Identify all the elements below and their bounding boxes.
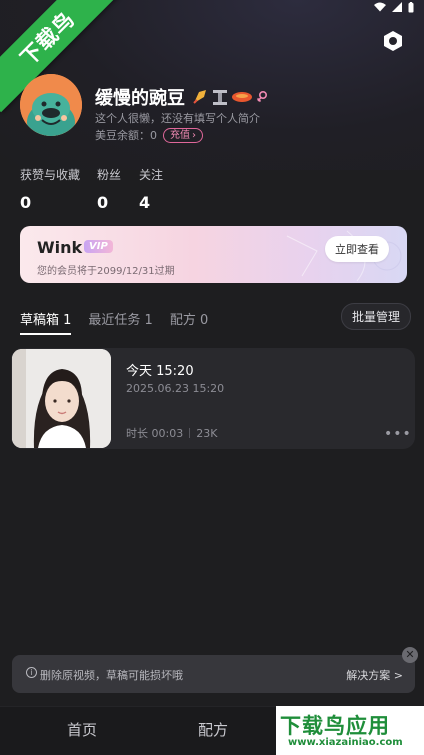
vip-subtitle: 您的会员将于2099/12/31过期: [37, 266, 175, 277]
badge-group: [191, 88, 268, 106]
vip-brand: Wink: [37, 238, 83, 257]
tab-drafts[interactable]: 草稿箱 1: [20, 309, 72, 335]
avatar[interactable]: [20, 74, 82, 136]
wifi-icon: [374, 2, 386, 12]
site-watermark-title: 下载鸟应用: [280, 714, 390, 738]
close-icon[interactable]: ✕: [402, 647, 418, 663]
batch-manage-button[interactable]: 批量管理: [341, 303, 411, 330]
cellular-icon: [392, 2, 402, 12]
draft-thumbnail[interactable]: [12, 349, 111, 448]
nav-recipes[interactable]: 配方: [198, 719, 228, 740]
toast-message: 删除原视频，草稿可能损坏哦: [40, 669, 183, 682]
balance-label: 美豆余额：0: [95, 129, 157, 142]
draft-date: 2025.06.23 15:20: [126, 382, 225, 395]
warning-toast: i 删除原视频，草稿可能损坏哦 解决方案 >: [12, 655, 415, 693]
bio: 这个人很懒，还没有填写个人简介: [95, 112, 260, 125]
draft-size: 23K: [196, 426, 218, 440]
balance-value: 0: [150, 129, 157, 142]
vip-card[interactable]: Wink VIP 您的会员将于2099/12/31过期 立即查看: [20, 226, 407, 283]
pillar-badge-icon: [213, 90, 227, 105]
stat-label: 获赞与收藏: [20, 168, 81, 182]
draft-meta: 时长 00:03 23K: [126, 425, 217, 441]
rocket-badge-icon: [193, 90, 206, 104]
stat-following[interactable]: 关注 4: [139, 166, 163, 212]
draft-duration: 时长 00:03: [126, 427, 184, 440]
disc-badge-icon: [232, 92, 252, 102]
avatar-character-icon: [20, 74, 82, 136]
info-icon: i: [26, 667, 37, 678]
stat-label: 关注: [139, 168, 164, 182]
username-row: 缓慢的豌豆: [95, 84, 268, 110]
solution-link[interactable]: 解决方案 >: [346, 667, 403, 683]
vip-tag: VIP: [84, 240, 113, 253]
female-icon: [256, 90, 268, 103]
username: 缓慢的豌豆: [95, 88, 185, 109]
site-watermark-url: www.xiazainiao.com: [288, 737, 403, 748]
nav-home[interactable]: 首页: [67, 719, 97, 740]
portrait-thumbnail-icon: [12, 349, 111, 448]
stat-value: 0: [20, 193, 32, 212]
battery-icon: [408, 1, 414, 12]
stat-label: 粉丝: [97, 168, 122, 182]
stat-fans[interactable]: 粉丝 0: [97, 166, 121, 212]
tab-recipes[interactable]: 配方 0: [170, 309, 208, 335]
stat-likes[interactable]: 获赞与收藏 0: [20, 166, 80, 212]
tab-recent-tasks[interactable]: 最近任务 1: [88, 309, 152, 335]
site-watermark: 下载鸟应用 www.xiazainiao.com: [276, 706, 424, 755]
settings-hexagon-icon[interactable]: [381, 29, 405, 53]
draft-title: 今天 15:20: [126, 364, 194, 379]
stat-value: 4: [139, 193, 151, 212]
balance-row: 美豆余额：0 充值 ›: [95, 127, 203, 143]
chevron-right-icon: ›: [192, 129, 196, 141]
draft-card[interactable]: 今天 15:20 2025.06.23 15:20 时长 00:03 23K •…: [11, 348, 415, 449]
more-options-icon[interactable]: •••: [384, 426, 412, 442]
meta-divider: [189, 428, 191, 438]
tab-bar: 草稿箱 1 最近任务 1 配方 0: [20, 309, 208, 335]
stat-value: 0: [97, 193, 109, 212]
status-bar: [364, 0, 424, 14]
vip-view-button[interactable]: 立即查看: [325, 236, 389, 262]
recharge-button[interactable]: 充值 ›: [163, 127, 203, 143]
